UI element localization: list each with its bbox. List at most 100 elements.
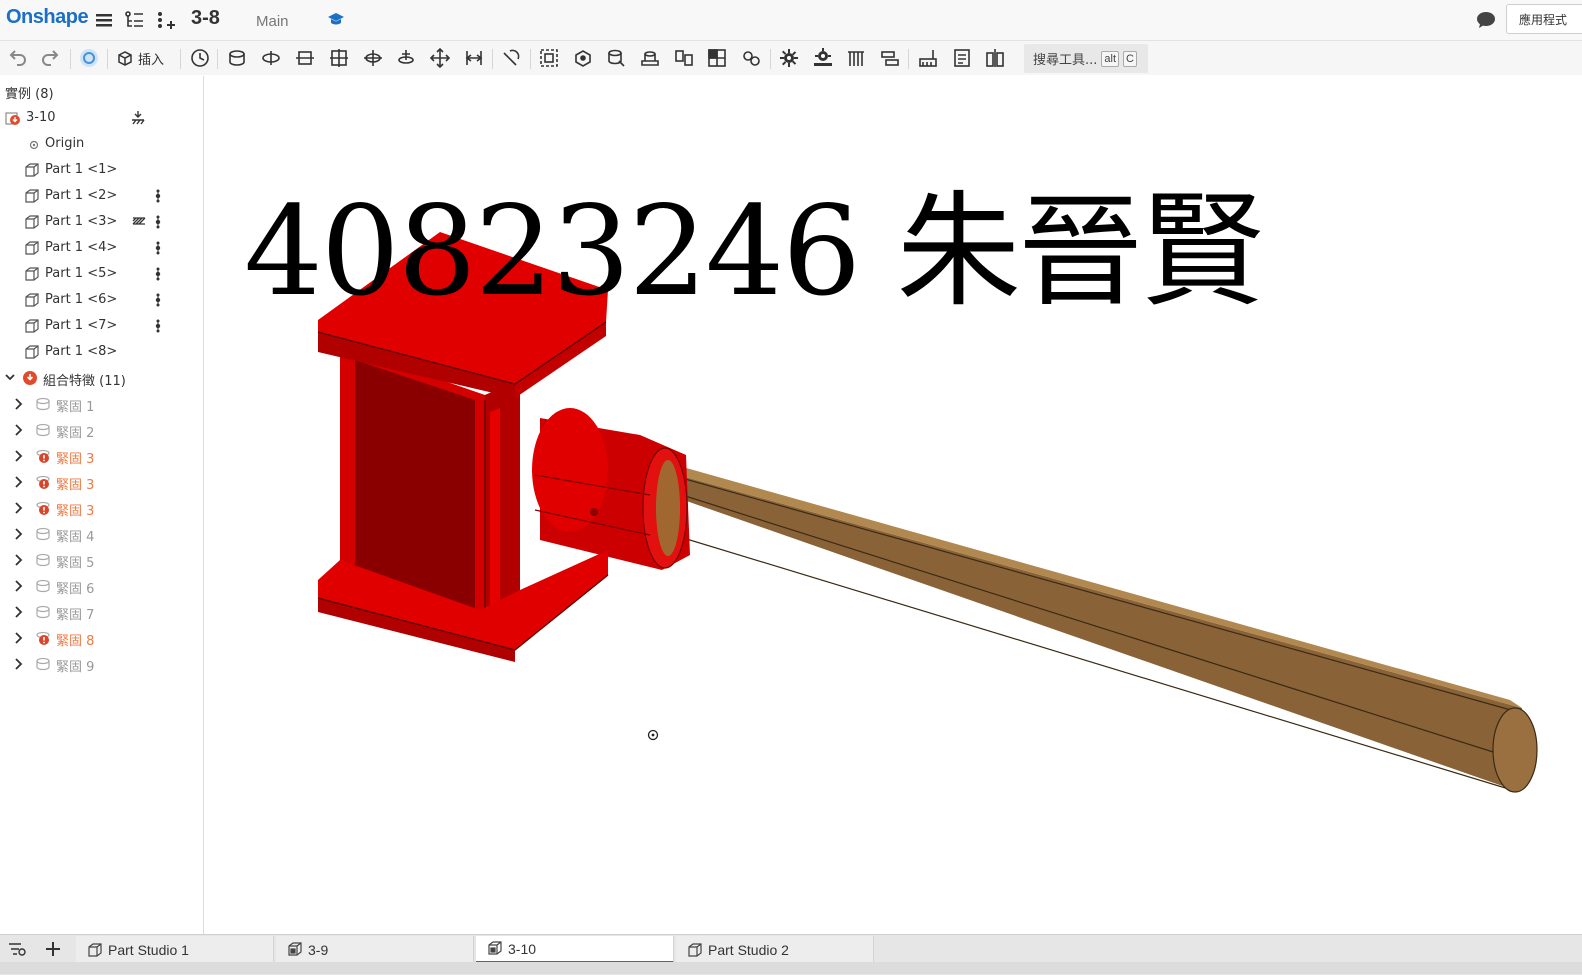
branch-name[interactable]: Main bbox=[256, 13, 289, 30]
mate-dof-icon bbox=[154, 318, 162, 338]
tab-3-10[interactable]: 3-10 bbox=[476, 936, 674, 963]
part-instance-item[interactable]: Part 1 <1> bbox=[0, 158, 203, 182]
section-view-icon[interactable] bbox=[984, 47, 1006, 69]
mate-item[interactable]: 緊固 1 bbox=[0, 392, 203, 416]
mate-item[interactable]: 緊固 4 bbox=[0, 522, 203, 546]
chevron-right-icon[interactable] bbox=[13, 398, 23, 414]
tangent-mate-icon[interactable] bbox=[500, 47, 522, 69]
revolute-mate-icon[interactable] bbox=[260, 47, 282, 69]
explode-icon[interactable] bbox=[706, 47, 728, 69]
chevron-right-icon[interactable] bbox=[13, 606, 23, 622]
fastened-mate-icon bbox=[35, 526, 51, 546]
ball-mate-icon[interactable] bbox=[429, 47, 451, 69]
assembly-icon bbox=[488, 940, 502, 955]
chevron-right-icon[interactable] bbox=[13, 502, 23, 518]
insert-label: 插入 bbox=[138, 52, 165, 68]
instances-header-label: 實例 (8) bbox=[5, 87, 54, 102]
fixed-icon bbox=[132, 214, 146, 232]
undo-icon[interactable] bbox=[6, 47, 28, 69]
chevron-right-icon[interactable] bbox=[13, 528, 23, 544]
chevron-right-icon[interactable] bbox=[13, 424, 23, 440]
planar-mate-icon[interactable] bbox=[328, 47, 350, 69]
mirror-icon[interactable] bbox=[673, 47, 695, 69]
cylindrical-mate-icon[interactable] bbox=[362, 47, 384, 69]
mate-item[interactable]: 緊固 5 bbox=[0, 548, 203, 572]
insert-button[interactable]: 插入 bbox=[116, 46, 164, 70]
linear-relation-icon[interactable] bbox=[879, 47, 901, 69]
gear-icon[interactable] bbox=[778, 47, 800, 69]
mate-item[interactable]: 緊固 3 bbox=[0, 470, 203, 494]
part-instance-item[interactable]: Part 1 <8> bbox=[0, 340, 203, 364]
part-instance-item[interactable]: Part 1 <3> bbox=[0, 210, 203, 234]
feature-list-icon[interactable] bbox=[123, 9, 145, 31]
search-tools-button[interactable]: 搜尋工具... alt C bbox=[1024, 44, 1148, 73]
tree-origin-item[interactable]: Origin bbox=[0, 132, 203, 156]
chevron-right-icon[interactable] bbox=[13, 580, 23, 596]
mate-label: 緊固 2 bbox=[56, 426, 95, 441]
replicate-icon[interactable] bbox=[605, 47, 627, 69]
mate-label: 緊固 3 bbox=[56, 452, 95, 467]
group-icon[interactable] bbox=[538, 47, 560, 69]
comment-icon[interactable] bbox=[1476, 11, 1496, 33]
tab-filter-icon[interactable] bbox=[8, 941, 26, 961]
part-instance-item[interactable]: Part 1 <2> bbox=[0, 184, 203, 208]
fastened-mate-icon bbox=[35, 396, 51, 416]
pin-slot-mate-icon[interactable] bbox=[395, 47, 417, 69]
part-instance-item[interactable]: Part 1 <4> bbox=[0, 236, 203, 260]
parallel-mate-icon[interactable] bbox=[463, 47, 485, 69]
chevron-down-icon[interactable] bbox=[4, 371, 16, 387]
part-icon bbox=[24, 344, 40, 364]
tree-root-item[interactable]: 3-10 bbox=[0, 106, 203, 130]
mate-item[interactable]: 緊固 7 bbox=[0, 600, 203, 624]
origin-icon bbox=[28, 136, 40, 156]
mate-label: 緊固 3 bbox=[56, 504, 95, 519]
mate-features-label: 組合特徵 (11) bbox=[43, 374, 126, 389]
mate-item[interactable]: 緊固 3 bbox=[0, 496, 203, 520]
handle-shaft bbox=[655, 470, 1522, 790]
mate-item[interactable]: 緊固 9 bbox=[0, 652, 203, 676]
chevron-right-icon[interactable] bbox=[13, 450, 23, 466]
slider-mate-icon[interactable] bbox=[294, 47, 316, 69]
part-instance-item[interactable]: Part 1 <6> bbox=[0, 288, 203, 312]
clock-icon[interactable] bbox=[189, 47, 211, 69]
fastened-mate-icon bbox=[35, 422, 51, 442]
search-tools-label: 搜尋工具... bbox=[1033, 53, 1098, 68]
tab-3-9[interactable]: 3-9 bbox=[276, 936, 474, 963]
instances-header[interactable]: 實例 (8) bbox=[0, 79, 203, 103]
mate-connector-icon[interactable] bbox=[572, 47, 594, 69]
screw-relation-icon[interactable] bbox=[845, 47, 867, 69]
chevron-right-icon[interactable] bbox=[13, 632, 23, 648]
part-instance-item[interactable]: Part 1 <7> bbox=[0, 314, 203, 338]
gear-relation-icon[interactable] bbox=[740, 47, 762, 69]
mass-properties-icon[interactable] bbox=[951, 47, 973, 69]
learning-center-icon[interactable] bbox=[327, 11, 345, 31]
redo-icon[interactable] bbox=[40, 47, 62, 69]
mate-label: 緊固 6 bbox=[56, 582, 95, 597]
mate-item[interactable]: 緊固 8 bbox=[0, 626, 203, 650]
menu-icon[interactable] bbox=[94, 9, 116, 31]
mate-features-header[interactable]: 組合特徵 (11) bbox=[0, 366, 203, 390]
measure-icon[interactable] bbox=[917, 47, 939, 69]
tab-part-studio-2[interactable]: Part Studio 2 bbox=[676, 936, 874, 963]
chevron-right-icon[interactable] bbox=[13, 476, 23, 492]
fastened-mate-icon[interactable] bbox=[226, 47, 248, 69]
rack-pinion-icon[interactable] bbox=[812, 47, 834, 69]
watermark-overlay-text: 40823246 朱晉賢 bbox=[244, 180, 1265, 324]
part-instance-item[interactable]: Part 1 <5> bbox=[0, 262, 203, 286]
document-title[interactable]: 3-8 bbox=[191, 7, 220, 30]
add-tab-icon[interactable] bbox=[44, 940, 62, 962]
mate-item[interactable]: 緊固 6 bbox=[0, 574, 203, 598]
tab-part-studio-1[interactable]: Part Studio 1 bbox=[76, 936, 274, 963]
history-icon[interactable] bbox=[78, 47, 100, 69]
part-instance-label: Part 1 <3> bbox=[45, 214, 118, 229]
add-feature-icon[interactable] bbox=[155, 9, 177, 31]
apps-button[interactable]: 應用程式 bbox=[1506, 4, 1582, 34]
pattern-icon[interactable] bbox=[639, 47, 661, 69]
chevron-right-icon[interactable] bbox=[13, 658, 23, 674]
mate-error-icon bbox=[35, 474, 51, 494]
mate-item[interactable]: 緊固 3 bbox=[0, 444, 203, 468]
onshape-logo[interactable]: Onshape bbox=[6, 6, 89, 29]
chevron-right-icon[interactable] bbox=[13, 554, 23, 570]
mate-item[interactable]: 緊固 2 bbox=[0, 418, 203, 442]
part-instance-label: Part 1 <1> bbox=[45, 162, 118, 177]
